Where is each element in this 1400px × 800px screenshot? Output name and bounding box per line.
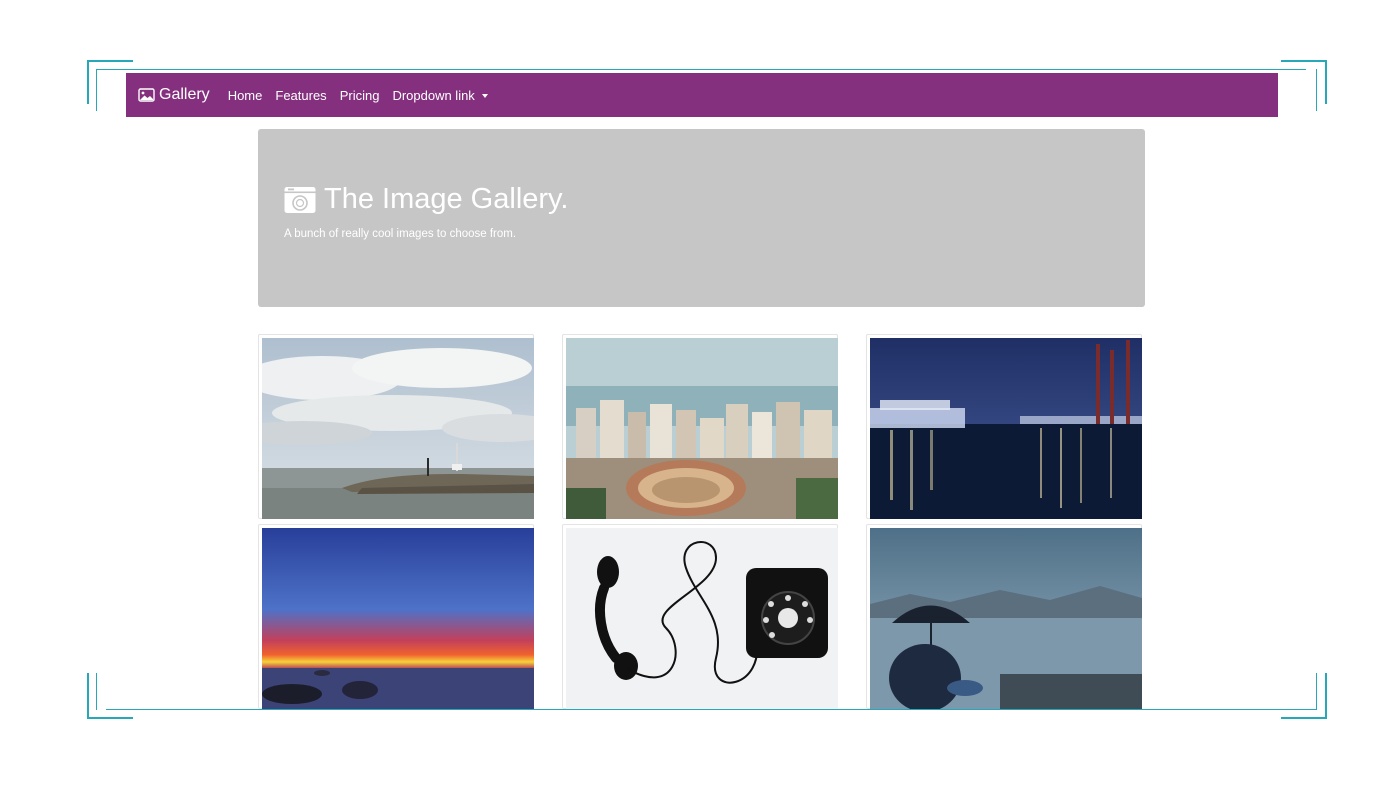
brand-label: Gallery <box>159 86 210 103</box>
gallery-card[interactable] <box>866 334 1142 519</box>
frame-corner-bottom-left-vertical <box>87 673 89 718</box>
jumbotron-title: The Image Gallery. <box>324 183 569 215</box>
navbar: Gallery Home Features Pricing Dropdown l… <box>126 73 1278 117</box>
frame-inner-top-line <box>96 69 1306 70</box>
night-harbor-ship-photo <box>870 338 1142 519</box>
jumbotron-lead: A bunch of really cool images to choose … <box>284 228 517 240</box>
nav-link-features[interactable]: Features <box>275 88 326 103</box>
frame-inner-bottom-line <box>106 709 1316 710</box>
city-bullring-aerial-photo <box>566 338 838 519</box>
frame-corner-top-right-vertical <box>1325 60 1327 104</box>
jumbotron: The Image Gallery. A bunch of really coo… <box>258 129 1145 307</box>
frame-inner-bottom-left-line <box>96 673 97 710</box>
gallery-card[interactable] <box>258 334 534 519</box>
image-icon <box>138 88 155 102</box>
frame-corner-top-left <box>87 60 133 62</box>
umbrella-by-sea-photo <box>870 528 1142 709</box>
camera-icon <box>284 186 316 213</box>
frame-corner-bottom-right <box>1281 717 1327 719</box>
nav-link-home[interactable]: Home <box>228 88 263 103</box>
black-rotary-telephone-photo <box>566 528 838 709</box>
frame-corner-bottom-right-vertical <box>1325 673 1327 718</box>
gallery-card[interactable] <box>866 524 1142 709</box>
frame-inner-bottom-right-line <box>1316 673 1317 710</box>
nav-dropdown-link[interactable]: Dropdown link <box>392 87 488 103</box>
gallery-card[interactable] <box>258 524 534 709</box>
frame-corner-top-left-vertical <box>87 60 89 104</box>
jumbotron-heading: The Image Gallery. <box>284 183 568 216</box>
nav-link-pricing[interactable]: Pricing <box>340 88 380 103</box>
navbar-brand[interactable]: Gallery <box>138 86 210 104</box>
frame-corner-bottom-left <box>87 717 133 719</box>
frame-inner-right-line <box>1316 69 1317 111</box>
cloudy-sky-pier-photo <box>262 338 534 519</box>
frame-corner-top-right <box>1281 60 1327 62</box>
frame-inner-left-line <box>96 69 97 111</box>
nav-dropdown-label: Dropdown link <box>392 87 475 103</box>
gallery-card[interactable] <box>562 334 838 519</box>
caret-down-icon <box>481 93 488 98</box>
gallery-card[interactable] <box>562 524 838 709</box>
sunset-sea-rocks-photo <box>262 528 534 709</box>
